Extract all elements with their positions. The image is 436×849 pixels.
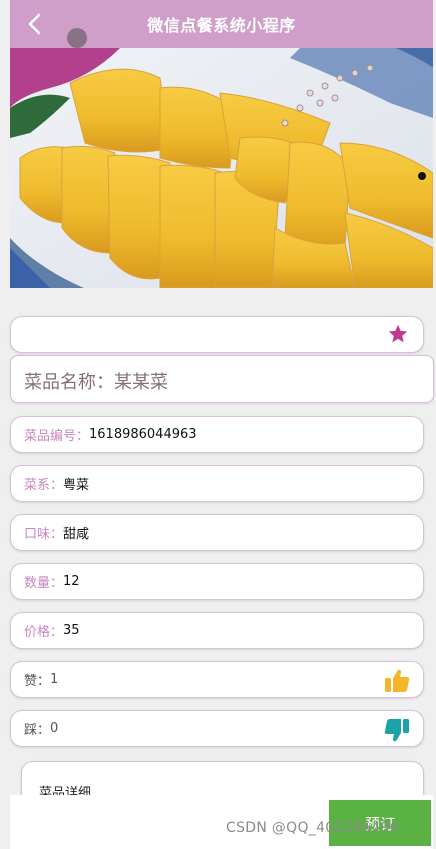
watermark: CSDN @QQ_402265496 [226,820,399,836]
field-value: 甜咸 [63,527,90,542]
likes-label: 赞： [24,674,51,689]
likes-value: 1 [50,672,59,687]
field-quantity: 数量： 12 [10,563,424,600]
page-title: 微信点餐系统小程序 [147,16,296,35]
dish-detail-page: 微信点餐系统小程序 菜品名称：某某菜 菜品编号： 1618986044963 菜… [0,0,436,849]
field-taste: 口味： 甜咸 [10,514,424,551]
dish-name-card: 菜品名称：某某菜 [10,355,434,403]
field-label: 菜系： [24,478,64,493]
field-value: 1618986044963 [89,427,197,442]
field-value: 粤菜 [63,478,90,493]
dish-name-label: 菜品名称： [24,372,114,393]
field-cuisine: 菜系： 粤菜 [10,465,424,502]
chevron-left-icon[interactable] [22,10,48,38]
dish-image [10,48,433,288]
carousel-dot [418,172,426,180]
favorite-row [10,316,424,353]
field-label: 价格： [24,625,64,640]
likes-row: 赞： 1 [10,661,424,698]
field-value: 12 [63,574,80,589]
field-label: 菜品编号： [24,429,90,444]
dish-name: 菜品名称：某某菜 [24,368,168,394]
thumbs-down-icon[interactable] [383,717,411,743]
field-price: 价格： 35 [10,612,424,649]
dislikes-label: 踩： [24,723,51,738]
floating-dot [67,28,87,48]
field-label: 口味： [24,527,64,542]
field-dish-id: 菜品编号： 1618986044963 [10,416,424,453]
dish-name-value: 某某菜 [114,372,168,393]
thumbs-up-icon[interactable] [383,668,411,694]
field-value: 35 [63,623,80,638]
field-label: 数量： [24,576,64,591]
star-icon[interactable] [387,323,409,345]
dislikes-value: 0 [50,721,59,736]
dislikes-row: 踩： 0 [10,710,424,747]
